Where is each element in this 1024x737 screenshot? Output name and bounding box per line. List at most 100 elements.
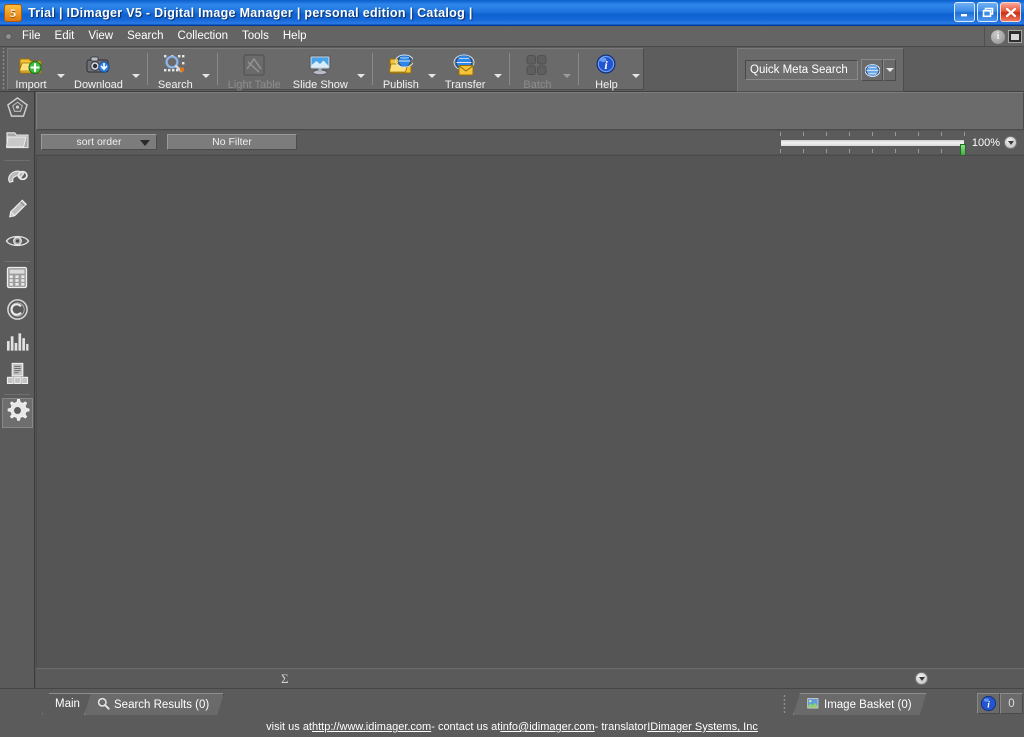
import-dropdown-arrow[interactable] — [54, 49, 68, 89]
help-label: Help — [595, 79, 618, 91]
transfer-label: Transfer — [444, 79, 486, 91]
count-status-button[interactable]: 0 — [1000, 693, 1023, 714]
globe-icon — [864, 63, 880, 77]
zoom-control: 100% — [779, 132, 1017, 158]
publish-icon — [388, 53, 414, 77]
info-icon[interactable]: i — [991, 29, 1005, 44]
help-dropdown-arrow[interactable] — [629, 49, 643, 89]
toolbar-separator-2 — [216, 53, 218, 85]
tab-search-results[interactable]: Search Results (0) — [84, 693, 224, 715]
calculator-grid-icon — [6, 266, 28, 294]
document-stack-icon — [6, 362, 29, 390]
canvas-footer-bar: Σ — [36, 668, 1024, 688]
toolbar-grip[interactable] — [0, 48, 7, 91]
menu-grip-dot-icon — [5, 32, 12, 40]
sidebar-item-documents[interactable] — [2, 361, 33, 391]
basket-image-icon — [806, 697, 820, 713]
menu-item-view[interactable]: View — [81, 28, 120, 44]
footer-bar: visit us at http://www.idimager.com - co… — [0, 717, 1024, 737]
batch-icon — [524, 53, 550, 77]
menu-item-search[interactable]: Search — [120, 28, 170, 44]
slide-show-dropdown-arrow[interactable] — [354, 49, 368, 89]
sidebar-item-copyright[interactable] — [2, 297, 33, 327]
gear-icon — [5, 398, 30, 428]
batch-button[interactable]: Batch — [514, 49, 560, 91]
menu-item-file[interactable]: File — [15, 28, 48, 44]
download-dropdown-arrow[interactable] — [129, 49, 143, 89]
sidebar-item-tags[interactable] — [2, 164, 33, 194]
sidebar-item-catalog[interactable] — [2, 95, 33, 125]
quick-meta-search-go-button[interactable] — [861, 59, 883, 81]
zoom-ticks-top — [779, 132, 965, 136]
download-label: Download — [74, 79, 123, 91]
app-logo-icon: 5 — [4, 3, 22, 22]
minimize-button[interactable] — [954, 2, 975, 22]
sidebar-item-edit[interactable] — [2, 196, 33, 226]
menu-item-edit[interactable]: Edit — [48, 28, 82, 44]
search-icon — [162, 53, 188, 77]
light-table-icon — [241, 53, 267, 77]
sum-icon[interactable]: Σ — [281, 671, 289, 687]
publish-button[interactable]: Publish — [377, 49, 425, 91]
toolbar-separator-1 — [146, 53, 148, 85]
zoom-slider-track[interactable] — [779, 139, 966, 158]
sidebar-item-grid[interactable] — [2, 265, 33, 295]
footer-translator-link[interactable]: IDimager Systems, Inc — [647, 721, 758, 733]
menu-item-tools[interactable]: Tools — [235, 28, 276, 44]
light-table-label: Light Table — [227, 79, 281, 91]
sidebar-item-settings[interactable] — [1, 398, 33, 428]
sort-order-label: sort order — [76, 136, 122, 148]
import-icon — [18, 53, 44, 77]
toolbar-separator-4 — [509, 53, 511, 85]
zoom-dropdown-button[interactable] — [1004, 136, 1017, 149]
tab-image-basket[interactable]: Image Basket (0) — [793, 693, 927, 715]
footer-website-link[interactable]: http://www.idimager.com — [312, 721, 431, 733]
maximize-button[interactable] — [977, 2, 998, 22]
menu-item-help[interactable]: Help — [276, 28, 314, 44]
sidebar-item-folders[interactable] — [2, 127, 33, 157]
sidebar-item-view[interactable] — [2, 228, 33, 258]
publish-label: Publish — [382, 79, 419, 91]
quick-meta-search-input[interactable] — [745, 60, 858, 80]
tab-search-results-label: Search Results (0) — [114, 698, 210, 711]
slide-show-button[interactable]: Slide Show — [287, 49, 354, 91]
menu-item-collection[interactable]: Collection — [171, 28, 236, 44]
menubar-right-icons: i — [984, 27, 1022, 46]
publish-dropdown-arrow[interactable] — [425, 49, 439, 89]
transfer-button[interactable]: Transfer — [439, 49, 492, 91]
zoom-slider[interactable] — [779, 132, 966, 158]
search-dropdown-arrow[interactable] — [199, 49, 213, 89]
download-button[interactable]: Download — [68, 49, 129, 91]
pentagon-star-icon — [6, 96, 29, 124]
titlebar: 5 Trial | IDimager V5 - Digital Image Ma… — [0, 0, 1024, 26]
footer-email-link[interactable]: info@idimager.com — [500, 721, 594, 733]
tabbar-grip[interactable] — [781, 693, 788, 715]
filter-button[interactable]: No Filter — [167, 134, 297, 150]
import-button[interactable]: Import — [8, 49, 54, 91]
quick-meta-search-panel — [737, 48, 904, 92]
window-title: Trial | IDimager V5 - Digital Image Mana… — [28, 5, 473, 20]
help-button[interactable]: i Help — [583, 49, 629, 91]
transfer-icon — [452, 53, 478, 77]
transfer-dropdown-arrow[interactable] — [491, 49, 505, 89]
copyright-icon — [6, 298, 29, 326]
info-status-button[interactable]: i — [977, 693, 1000, 714]
window-icon[interactable] — [1008, 30, 1022, 43]
sort-order-dropdown[interactable]: sort order — [41, 134, 157, 150]
search-button[interactable]: Search — [152, 49, 199, 91]
footer-mid: - contact us at — [431, 721, 501, 733]
footer-prefix: visit us at — [266, 721, 312, 733]
sidebar-divider-1 — [4, 160, 30, 161]
eye-icon — [5, 232, 30, 255]
sidebar-item-statistics[interactable] — [2, 329, 33, 359]
batch-dropdown-arrow[interactable] — [560, 49, 574, 89]
quick-meta-search-dropdown[interactable] — [883, 59, 896, 81]
bottom-tabbar: Main Search Results (0) Image Basket (0) — [0, 688, 1024, 717]
zoom-ticks-bottom — [779, 149, 965, 153]
light-table-button[interactable]: Light Table — [222, 49, 287, 91]
canvas-collapse-button[interactable] — [915, 672, 928, 685]
thumbnail-canvas[interactable] — [36, 155, 1024, 668]
svg-text:i: i — [987, 700, 990, 710]
close-button[interactable] — [1000, 2, 1021, 22]
tab-main-label: Main — [55, 698, 80, 710]
